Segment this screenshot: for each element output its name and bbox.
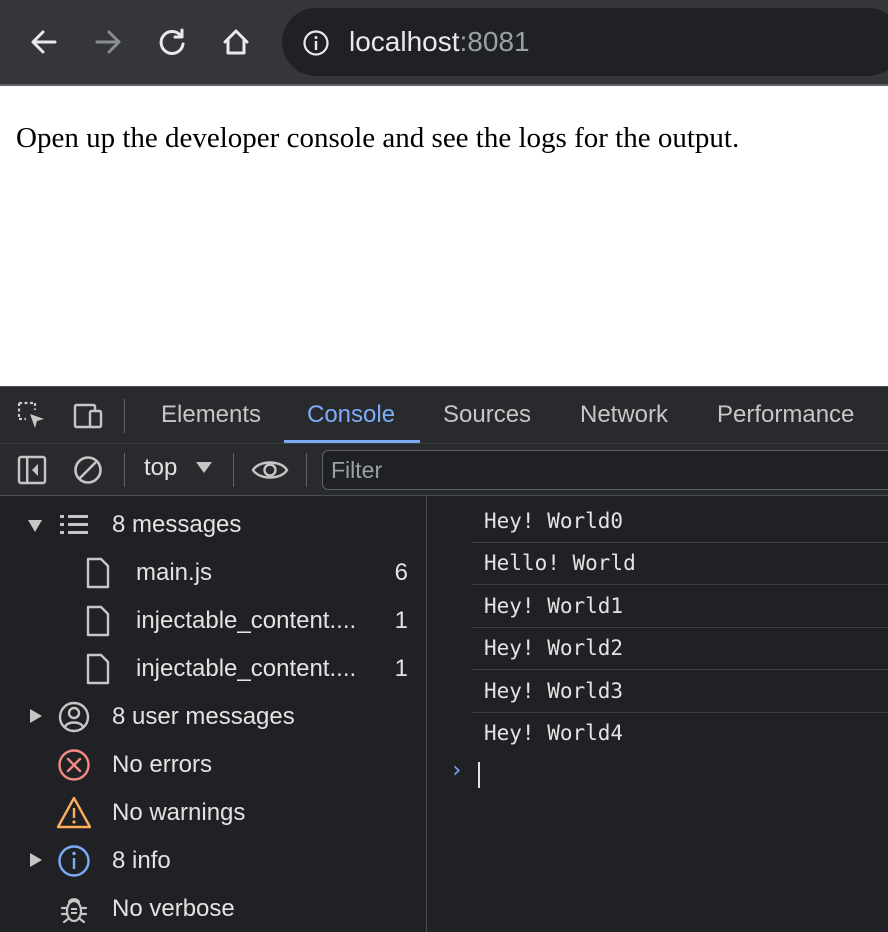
console-message: Hello! World xyxy=(472,543,888,585)
sidebar-item-errors[interactable]: No errors xyxy=(0,741,426,789)
expand-arrow-icon[interactable] xyxy=(30,709,42,723)
console-input-cursor[interactable] xyxy=(478,762,480,788)
message-count: 1 xyxy=(394,655,408,682)
console-message: Hey! World3 xyxy=(472,671,888,713)
tab-elements[interactable]: Elements xyxy=(161,401,261,429)
address-bar[interactable]: localhost:8081 xyxy=(282,8,888,76)
file-icon xyxy=(86,605,110,637)
device-toolbar-icon[interactable] xyxy=(72,400,104,432)
site-info-icon[interactable] xyxy=(302,29,330,57)
inspect-element-icon[interactable] xyxy=(16,400,48,432)
live-expression-eye-icon[interactable] xyxy=(250,454,290,486)
console-message-text: Hey! World0 xyxy=(484,509,624,533)
toolbar-divider xyxy=(306,453,307,487)
sidebar-item-label: No errors xyxy=(112,751,213,778)
console-message-text: Hello! World xyxy=(484,551,636,575)
console-output[interactable]: Hey! World0 Hello! World Hey! World1 Hey… xyxy=(428,496,888,932)
sidebar-item-label: No warnings xyxy=(112,799,246,826)
sidebar-item-label: main.js xyxy=(136,559,213,586)
toolbar-divider xyxy=(124,399,125,433)
sidebar-item-verbose[interactable]: No verbose xyxy=(0,885,426,932)
expand-arrow-icon[interactable] xyxy=(28,520,42,532)
url-host: localhost xyxy=(349,26,460,57)
console-message-text: Hey! World3 xyxy=(484,679,624,703)
sidebar-item-label: 8 messages xyxy=(112,511,242,538)
sidebar-item-file[interactable]: main.js 6 xyxy=(0,549,426,597)
sidebar-item-info[interactable]: 8 info xyxy=(0,837,426,885)
user-icon xyxy=(58,701,90,733)
console-toolbar: top xyxy=(0,444,888,496)
console-message-text: Hey! World4 xyxy=(484,721,624,745)
console-message: Hey! World4 xyxy=(472,713,888,755)
tab-performance[interactable]: Performance xyxy=(717,401,854,429)
sidebar-item-label: No verbose xyxy=(112,895,235,922)
url-port: :8081 xyxy=(459,26,530,57)
toolbar-divider xyxy=(233,453,234,487)
console-message: Hey! World2 xyxy=(472,628,888,670)
error-icon xyxy=(58,749,90,781)
sidebar-item-file[interactable]: injectable_content.... 1 xyxy=(0,645,426,693)
filter-input[interactable] xyxy=(331,455,881,485)
tab-network[interactable]: Network xyxy=(580,401,668,429)
console-message: Hey! World0 xyxy=(472,501,888,543)
file-icon xyxy=(86,653,110,685)
sidebar-item-user-messages[interactable]: 8 user messages xyxy=(0,693,426,741)
home-button[interactable] xyxy=(216,22,256,62)
home-icon xyxy=(223,29,249,55)
console-message-text: Hey! World1 xyxy=(484,594,624,618)
tab-sources[interactable]: Sources xyxy=(443,401,531,429)
sidebar-item-file[interactable]: injectable_content.... 1 xyxy=(0,597,426,645)
page-content: Open up the developer console and see th… xyxy=(0,88,888,386)
back-arrow-icon xyxy=(31,30,57,54)
clear-console-icon[interactable] xyxy=(72,454,104,486)
list-icon xyxy=(60,515,88,534)
filter-field[interactable] xyxy=(322,450,888,490)
toolbar-divider xyxy=(124,453,125,487)
forward-arrow-icon xyxy=(95,30,121,54)
devtools-tab-bar: Elements Console Sources Network Perform… xyxy=(0,386,888,444)
active-tab-indicator xyxy=(284,440,420,443)
browser-toolbar: localhost:8081 xyxy=(0,0,888,86)
sidebar-item-messages[interactable]: 8 messages xyxy=(0,501,426,549)
sidebar-item-label: 8 info xyxy=(112,847,171,874)
message-count: 6 xyxy=(394,559,408,586)
sidebar-item-label: 8 user messages xyxy=(112,703,295,730)
message-count: 1 xyxy=(394,607,408,634)
expand-arrow-icon[interactable] xyxy=(30,853,42,867)
file-icon xyxy=(86,557,110,589)
back-button[interactable] xyxy=(24,22,64,62)
info-icon xyxy=(58,845,90,877)
context-selector[interactable]: top xyxy=(144,454,177,482)
page-paragraph: Open up the developer console and see th… xyxy=(16,122,740,154)
url-text[interactable]: localhost:8081 xyxy=(349,26,530,58)
sidebar-item-label: injectable_content.... xyxy=(136,655,357,682)
tab-console[interactable]: Console xyxy=(307,401,395,429)
console-sidebar: 8 messages main.js 6 injectable_content.… xyxy=(0,496,427,932)
sidebar-item-label: injectable_content.... xyxy=(136,607,357,634)
console-message: Hey! World1 xyxy=(472,586,888,628)
console-message-text: Hey! World2 xyxy=(484,636,624,660)
warning-icon xyxy=(56,796,92,829)
bug-icon xyxy=(60,898,88,924)
devtools-panel: Elements Console Sources Network Perform… xyxy=(0,386,888,932)
prompt-chevron-icon: › xyxy=(450,758,464,783)
reload-icon xyxy=(159,28,185,55)
chevron-down-icon[interactable] xyxy=(196,462,212,473)
sidebar-item-warnings[interactable]: No warnings xyxy=(0,789,426,837)
sidebar-toggle-icon[interactable] xyxy=(16,454,48,486)
forward-button[interactable] xyxy=(88,22,128,62)
reload-button[interactable] xyxy=(152,22,192,62)
